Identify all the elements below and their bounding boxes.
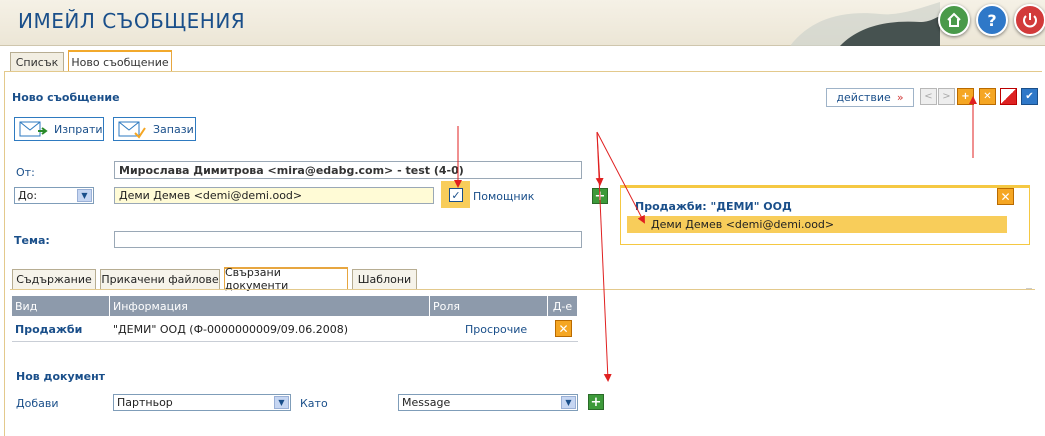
annotation-arrows [454,96,977,382]
